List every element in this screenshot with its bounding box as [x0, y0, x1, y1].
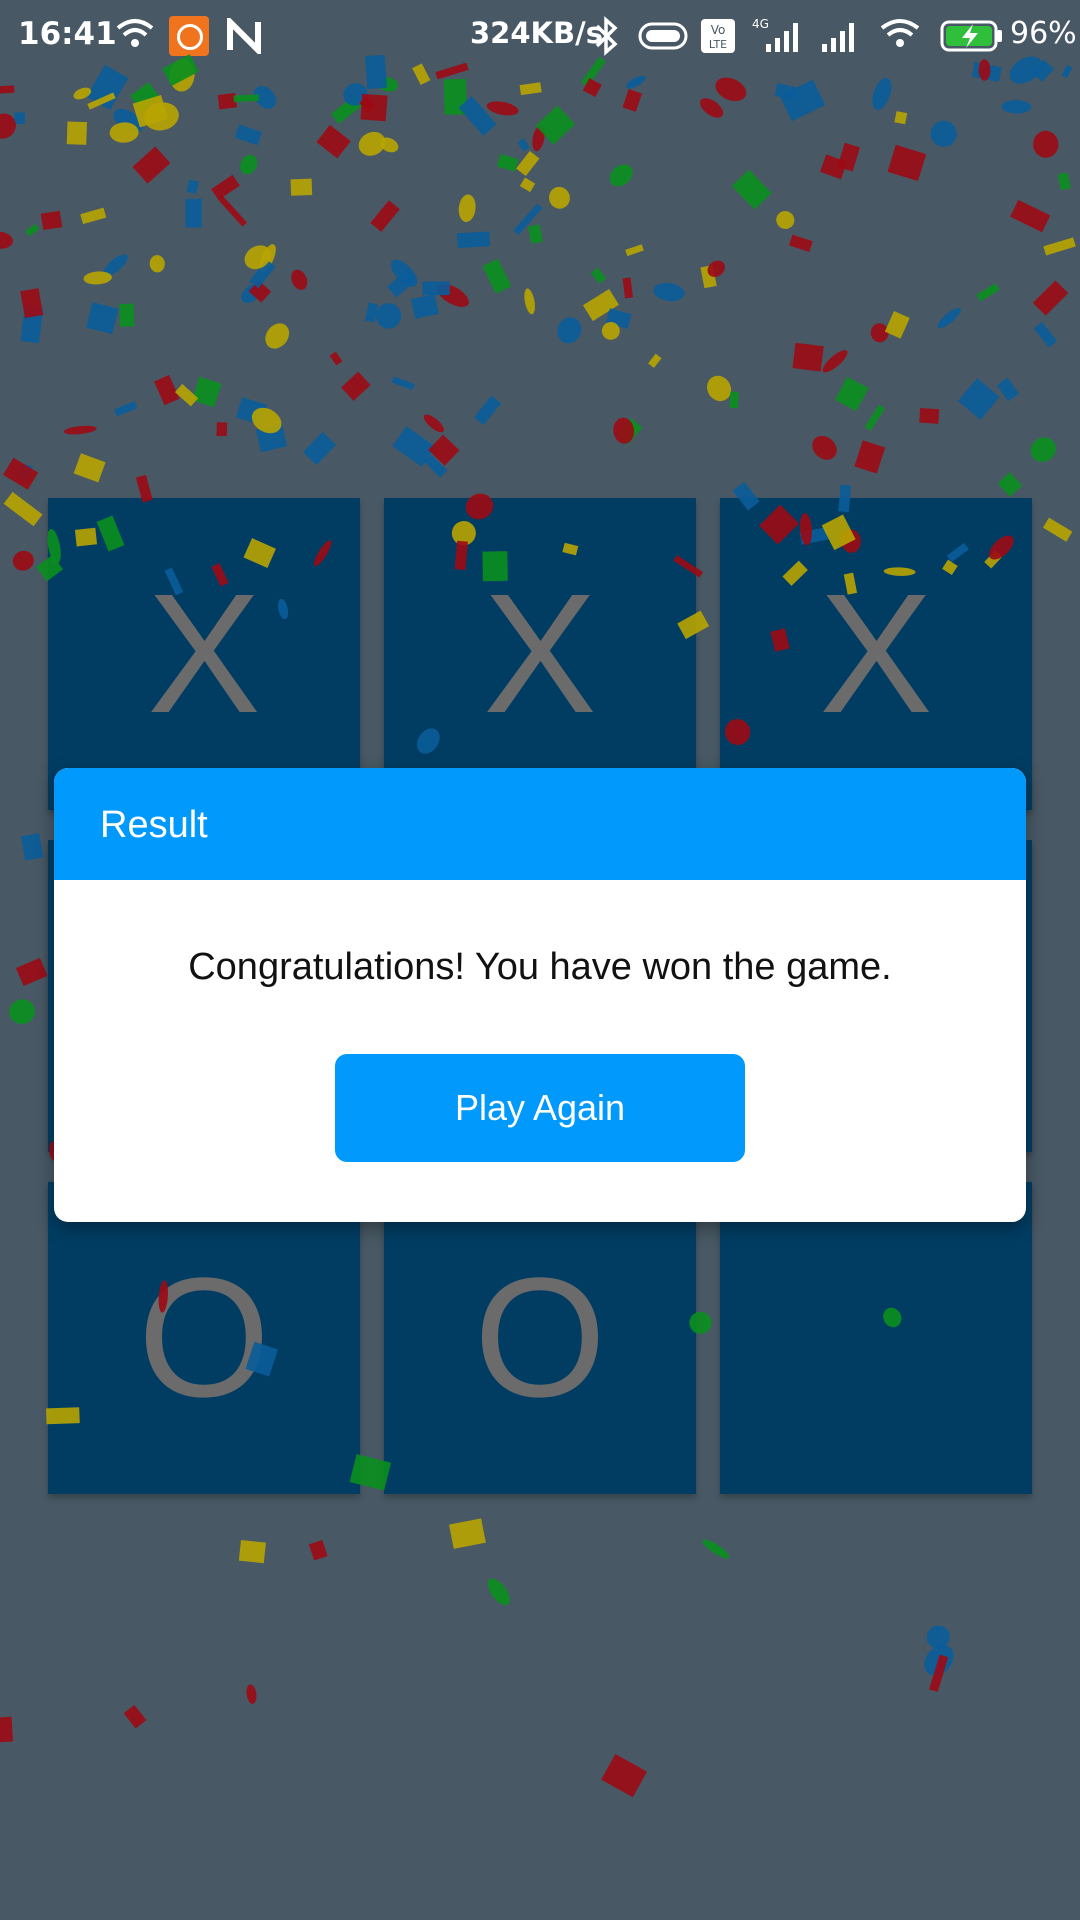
cell-mark: O	[137, 1243, 271, 1433]
board-cell-2[interactable]: X	[384, 498, 696, 810]
board-cell-3[interactable]: X	[720, 498, 1032, 810]
board-cell-9[interactable]	[720, 1182, 1032, 1494]
dialog-message: Congratulations! You have won the game.	[188, 946, 892, 988]
cell-mark: O	[473, 1243, 607, 1433]
dialog-title: Result	[100, 804, 208, 846]
play-again-button[interactable]: Play Again	[335, 1054, 745, 1162]
board-cell-8[interactable]: O	[384, 1182, 696, 1494]
dialog-header: Result	[54, 768, 1026, 880]
board-cell-7[interactable]: O	[48, 1182, 360, 1494]
cell-mark: X	[483, 559, 597, 749]
board-cell-1[interactable]: X	[48, 498, 360, 810]
cell-mark: X	[147, 559, 261, 749]
cell-mark	[720, 1182, 1032, 1494]
cell-mark: X	[819, 559, 933, 749]
result-dialog: Result Congratulations! You have won the…	[54, 768, 1026, 1222]
